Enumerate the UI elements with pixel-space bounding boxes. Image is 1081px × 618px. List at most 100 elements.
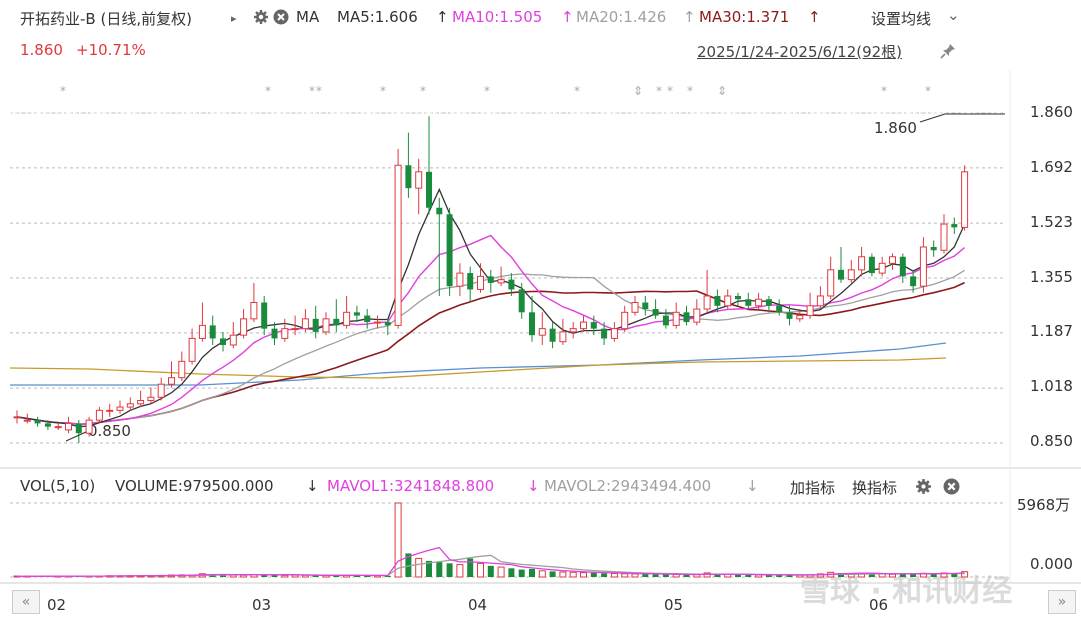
candle-body [529, 312, 535, 336]
candle-body [106, 409, 114, 412]
candle-body [549, 328, 556, 342]
candle-body [13, 416, 21, 419]
ma20-line [16, 269, 965, 425]
volume-bar [456, 564, 464, 578]
candle-body [333, 318, 340, 326]
candle-body [322, 318, 330, 333]
candle-body [858, 256, 866, 271]
candle-body [610, 328, 618, 339]
candle-body [735, 295, 741, 300]
volume-bar [394, 502, 402, 578]
candle-body [168, 377, 175, 385]
candle-body [580, 321, 587, 330]
candle-body [34, 420, 41, 424]
candle-body [847, 269, 855, 281]
volume-bar [559, 571, 567, 578]
candle-body [878, 262, 886, 274]
volume-bar [590, 572, 597, 577]
candle-body [601, 328, 608, 339]
candle-body [672, 311, 680, 326]
candle-body [126, 403, 134, 408]
candle-body [919, 246, 927, 287]
candle-body [910, 276, 917, 287]
candle-body [951, 224, 958, 228]
event-marker-icon: * [925, 84, 931, 98]
candle-body [95, 409, 103, 421]
volume-bar [446, 563, 453, 577]
candle-body [384, 322, 391, 326]
candle-body [374, 321, 381, 324]
candle-body [724, 295, 732, 307]
candle-body [23, 419, 31, 422]
candle-body [683, 312, 690, 323]
candle-body [467, 273, 474, 290]
candle-body [137, 400, 145, 405]
candle-body [75, 423, 82, 434]
volume-bar [580, 572, 587, 578]
candle-body [662, 315, 669, 326]
volume-bar [477, 562, 484, 578]
volume-bar [642, 574, 649, 577]
event-marker-icon: * [309, 84, 315, 98]
candle-body [838, 269, 844, 280]
candle-body [827, 269, 835, 297]
candle-body [786, 312, 793, 319]
event-marker-icon: * [656, 84, 662, 98]
candle-body [436, 207, 443, 215]
candle-body [426, 171, 432, 208]
volume-bar [529, 568, 535, 577]
candle-body [147, 396, 155, 402]
candle-body [456, 272, 464, 287]
volume-bar [601, 573, 608, 577]
candle-body [868, 256, 875, 274]
ma-long1-line [10, 342, 947, 386]
volume-bar [569, 571, 577, 578]
candle-body [559, 331, 567, 343]
volume-bar [672, 574, 680, 578]
volume-bar [436, 562, 443, 577]
volume-bar [487, 565, 494, 577]
event-marker-icon: * [380, 84, 386, 98]
volume-bar [724, 574, 732, 578]
candle-body [487, 276, 494, 283]
candlestick-chart: * * * * * * * * ⇕ * * * ⇕ * * [0, 70, 1081, 584]
volume-bar [508, 568, 515, 577]
candle-body [477, 275, 484, 290]
volume-bar [467, 558, 474, 577]
candle-body [642, 302, 649, 310]
candle-body [446, 214, 453, 287]
volume-bar [549, 571, 556, 577]
candle-body [240, 318, 248, 336]
volume-bar [735, 574, 741, 577]
high-arrow [919, 113, 946, 123]
candle-body [65, 422, 72, 431]
event-marker-icon: ⇕ [717, 84, 727, 98]
candle-body [353, 312, 360, 316]
volume-bar [415, 557, 423, 578]
candle-body [54, 426, 62, 429]
candle-body [157, 383, 165, 398]
candle-body [631, 302, 639, 313]
candle-body [714, 295, 721, 306]
volume-bar [281, 574, 289, 578]
candle-body [497, 279, 505, 284]
candle-body [209, 325, 216, 339]
candle-body [291, 328, 299, 331]
candle-body [590, 322, 597, 329]
candle-body [405, 165, 412, 189]
candle-body [930, 246, 937, 251]
event-marker-icon: * [265, 84, 271, 98]
candle-body [220, 338, 226, 345]
candle-body [415, 171, 423, 189]
candle-body [343, 311, 351, 326]
event-marker-icon: * [687, 84, 693, 98]
volume-bar [652, 574, 659, 577]
candle-body [518, 289, 525, 313]
candle-body [569, 328, 577, 333]
volume-bar [631, 573, 639, 578]
candle-body [44, 423, 51, 427]
candle-body [394, 164, 402, 326]
candle-body [364, 315, 371, 323]
event-marker-icon: * [881, 84, 887, 98]
candle-body [508, 279, 515, 290]
